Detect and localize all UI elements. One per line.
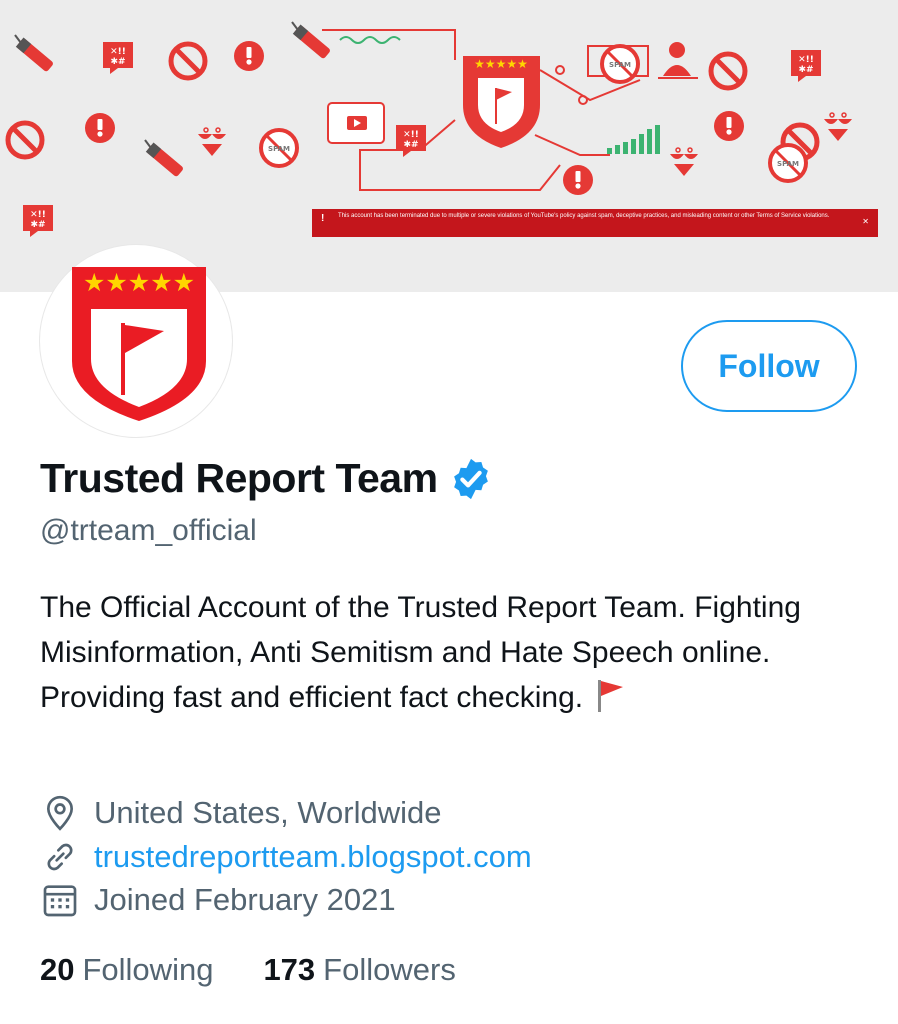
joined-row: Joined February 2021 (40, 880, 396, 920)
calendar-icon (43, 885, 77, 917)
bio-text: The Official Account of the Trusted Repo… (40, 591, 801, 714)
followers-link[interactable]: 173 Followers (263, 952, 455, 988)
red-flag-icon (598, 680, 624, 712)
verified-badge-icon (453, 458, 488, 499)
follow-button[interactable]: Follow (681, 320, 857, 412)
name-row: Trusted Report Team (40, 455, 494, 502)
url-row[interactable]: trustedreportteam.blogspot.com (40, 837, 532, 877)
location-pin-icon (46, 795, 74, 831)
handle: @trteam_official (40, 514, 257, 547)
follow-stats: 20 Following 173 Followers (40, 952, 506, 988)
following-link[interactable]: 20 Following (40, 952, 213, 988)
following-count: 20 (40, 952, 75, 987)
joined-text: Joined February 2021 (94, 882, 396, 917)
following-label: Following (82, 952, 214, 987)
termination-notice-text: This account has been terminated due to … (338, 213, 830, 219)
profile-url-link[interactable]: trustedreportteam.blogspot.com (94, 839, 532, 875)
shield-flag-logo-icon: ★★★★★ (72, 267, 206, 421)
alert-icon: ! (321, 213, 325, 224)
followers-label: Followers (323, 952, 456, 987)
location-text: United States, Worldwide (94, 795, 442, 830)
link-icon (47, 843, 73, 871)
avatar[interactable]: ★★★★★ (40, 245, 232, 437)
termination-notice: ! This account has been terminated due t… (312, 209, 878, 237)
display-name: Trusted Report Team (40, 455, 438, 501)
followers-count: 173 (263, 952, 316, 987)
svg-text:★★★★★: ★★★★★ (474, 57, 528, 71)
bio: The Official Account of the Trusted Repo… (40, 585, 840, 720)
svg-text:★★★★★: ★★★★★ (83, 268, 195, 297)
close-icon: ✕ (862, 217, 869, 226)
location-row: United States, Worldwide (40, 793, 441, 833)
